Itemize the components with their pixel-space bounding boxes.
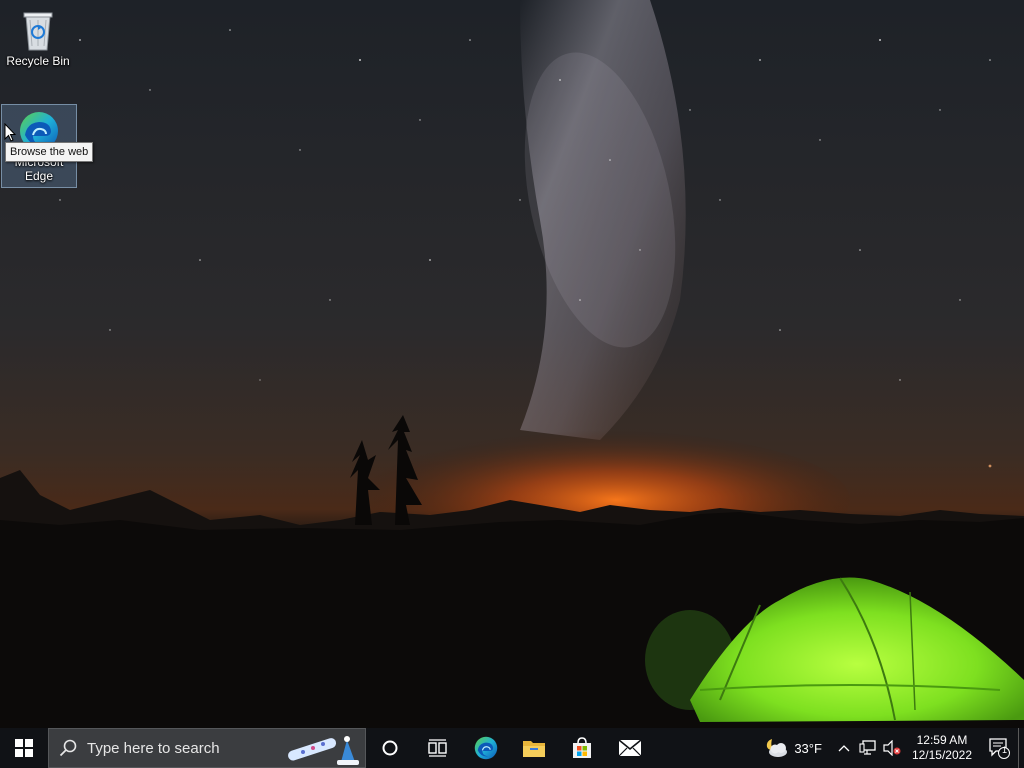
desktop-wallpaper (0, 0, 1024, 728)
mail-button[interactable] (606, 728, 654, 768)
desktop-icon-recycle-bin[interactable]: Recycle Bin (0, 4, 76, 76)
clock[interactable]: 12:59 AM 12/15/2022 (904, 733, 980, 763)
clock-time: 12:59 AM (916, 733, 968, 747)
search-icon (59, 739, 77, 757)
start-icon (15, 739, 33, 757)
task-view-button[interactable] (414, 728, 462, 768)
store-icon (573, 737, 591, 758)
task-view-icon (428, 739, 447, 757)
show-desktop-button[interactable] (1018, 728, 1024, 768)
system-tray: 33°F 12:59 AM 12/15/2022 1 (762, 728, 1024, 768)
volume-muted-icon (883, 740, 901, 756)
show-hidden-icons-button[interactable] (832, 728, 856, 768)
chevron-up-icon (838, 745, 850, 752)
mail-icon (618, 739, 642, 757)
partly-cloudy-night-icon (767, 739, 788, 757)
action-center-button[interactable]: 1 (980, 728, 1018, 768)
weather-widget[interactable]: 33°F (762, 736, 822, 760)
search-placeholder: Type here to search (87, 739, 220, 757)
desktop-icon-label: Recycle Bin (6, 54, 70, 68)
edge-icon (474, 736, 498, 760)
microsoft-store-button[interactable] (558, 728, 606, 768)
network-button[interactable] (856, 728, 880, 768)
file-explorer-icon (523, 741, 545, 757)
cortana-button[interactable] (366, 728, 414, 768)
desktop-icon-label-line-2: Edge (24, 169, 54, 183)
taskbar: Type here to search 33°F 12:59 AM 12/15/… (0, 728, 1024, 768)
tooltip: Browse the web (5, 142, 94, 162)
search-box[interactable]: Type here to search (48, 728, 366, 768)
cortana-icon (382, 740, 398, 756)
recycle-bin-icon (23, 12, 53, 51)
notification-count: 1 (1002, 745, 1008, 755)
file-explorer-button[interactable] (510, 728, 558, 768)
search-highlight-icon (288, 736, 359, 765)
weather-temperature: 33°F (794, 740, 822, 756)
volume-button[interactable] (880, 728, 904, 768)
taskbar-edge-button[interactable] (462, 728, 510, 768)
network-icon (859, 740, 876, 755)
mouse-cursor-icon (4, 123, 16, 142)
start-button[interactable] (0, 728, 48, 768)
clock-date: 12/15/2022 (911, 748, 972, 762)
